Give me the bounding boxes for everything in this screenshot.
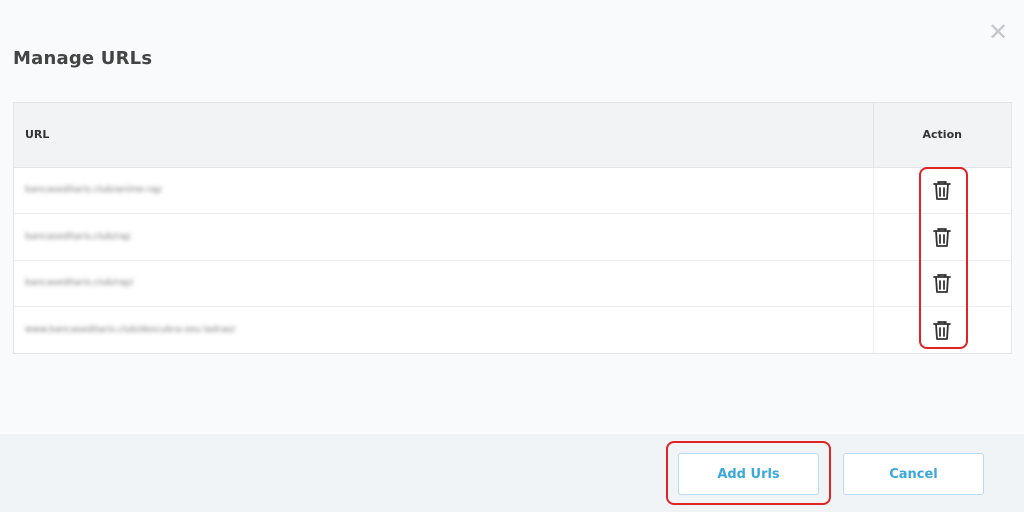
url-cell: bancaseditaris.club/rap/ (14, 260, 873, 307)
column-header-url: URL (14, 103, 873, 168)
action-cell (872, 213, 1011, 261)
add-urls-button[interactable]: Add Urls (678, 453, 819, 495)
url-text: bancaseditaris.club/anime-rap (25, 185, 162, 196)
table-row: bancaseditaris.club/rap (14, 213, 1011, 261)
table-header-row: URL Action (14, 103, 1011, 168)
url-cell: bancaseditaris.club/anime-rap (14, 167, 873, 214)
table-row: www.bancaseditaris.club/descubra-seu-lad… (14, 306, 1011, 354)
close-icon[interactable]: ✕ (986, 20, 1010, 44)
trash-icon[interactable] (932, 272, 952, 294)
table-row: bancaseditaris.club/anime-rap (14, 167, 1011, 214)
trash-icon[interactable] (932, 226, 952, 248)
url-text: bancaseditaris.club/rap/ (25, 278, 134, 289)
url-cell: www.bancaseditaris.club/descubra-seu-lad… (14, 307, 873, 354)
action-cell (872, 167, 1011, 214)
url-cell: bancaseditaris.club/rap (14, 213, 873, 261)
trash-icon[interactable] (932, 179, 952, 201)
manage-urls-dialog: ✕ Manage URLs URL Action bancaseditaris.… (0, 0, 1024, 512)
dialog-title: Manage URLs (13, 48, 153, 69)
url-text: www.bancaseditaris.club/descubra-seu-lad… (25, 325, 236, 335)
table-row: bancaseditaris.club/rap/ (14, 260, 1011, 307)
trash-icon[interactable] (932, 319, 952, 341)
urls-table: URL Action bancaseditaris.club/anime-rap… (13, 102, 1012, 354)
column-header-action: Action (872, 103, 1011, 168)
url-text: bancaseditaris.club/rap (25, 231, 131, 242)
cancel-button[interactable]: Cancel (843, 453, 984, 495)
action-cell (872, 260, 1011, 307)
action-cell (872, 306, 1011, 353)
